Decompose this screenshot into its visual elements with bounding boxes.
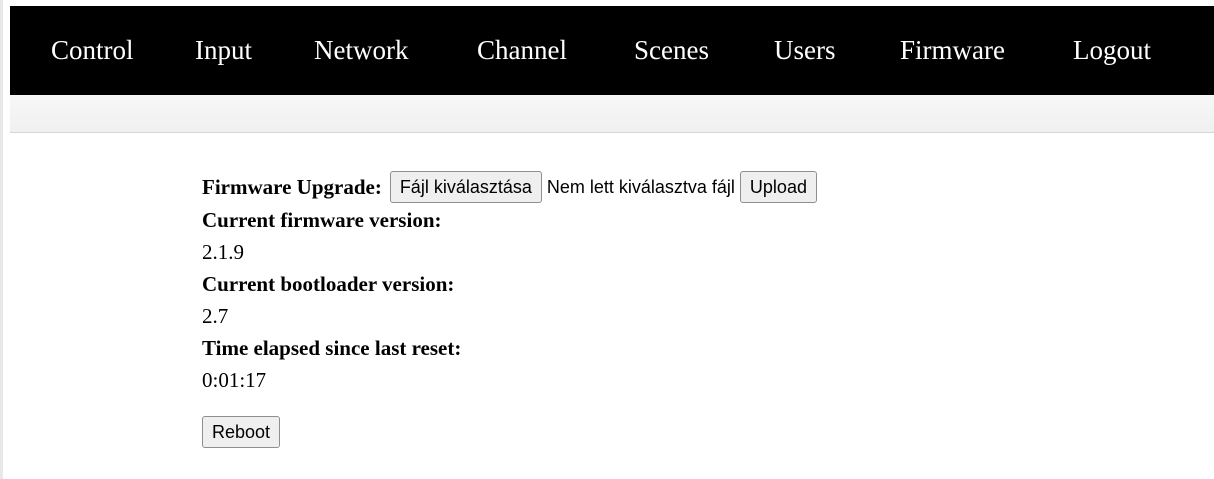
nav-item-logout[interactable]: Logout xyxy=(1073,6,1151,95)
nav-item-scenes[interactable]: Scenes xyxy=(634,6,709,95)
nav-item-control[interactable]: Control xyxy=(51,6,134,95)
reboot-row: Reboot xyxy=(202,416,817,448)
time-elapsed-value: 0:01:17 xyxy=(202,368,267,392)
choose-file-button[interactable]: Fájl kiválasztása xyxy=(389,171,542,203)
current-firmware-value: 2.1.9 xyxy=(202,240,244,264)
top-navbar: Control Input Network Channel Scenes Use… xyxy=(10,6,1214,95)
bootloader-version-label: Current bootloader version: xyxy=(202,272,455,296)
bootloader-version-value: 2.7 xyxy=(202,304,229,328)
nav-item-input[interactable]: Input xyxy=(195,6,252,95)
firmware-upgrade-row: Firmware Upgrade: Fájl kiválasztása Nem … xyxy=(202,170,817,204)
time-elapsed-label: Time elapsed since last reset: xyxy=(202,336,462,360)
firmware-panel: Firmware Upgrade: Fájl kiválasztása Nem … xyxy=(202,170,817,448)
nav-item-channel[interactable]: Channel xyxy=(477,6,567,95)
current-firmware-label: Current firmware version: xyxy=(202,208,442,232)
no-file-selected-text: Nem lett kiválasztva fájl xyxy=(546,177,735,197)
nav-item-network[interactable]: Network xyxy=(314,6,408,95)
upload-button[interactable]: Upload xyxy=(739,171,817,203)
nav-item-users[interactable]: Users xyxy=(774,6,836,95)
nav-item-firmware[interactable]: Firmware xyxy=(900,6,1005,95)
sub-header-bar xyxy=(10,95,1214,133)
page: Control Input Network Channel Scenes Use… xyxy=(0,0,1214,479)
firmware-upgrade-label: Firmware Upgrade: xyxy=(202,175,382,199)
reboot-button[interactable]: Reboot xyxy=(202,416,281,448)
